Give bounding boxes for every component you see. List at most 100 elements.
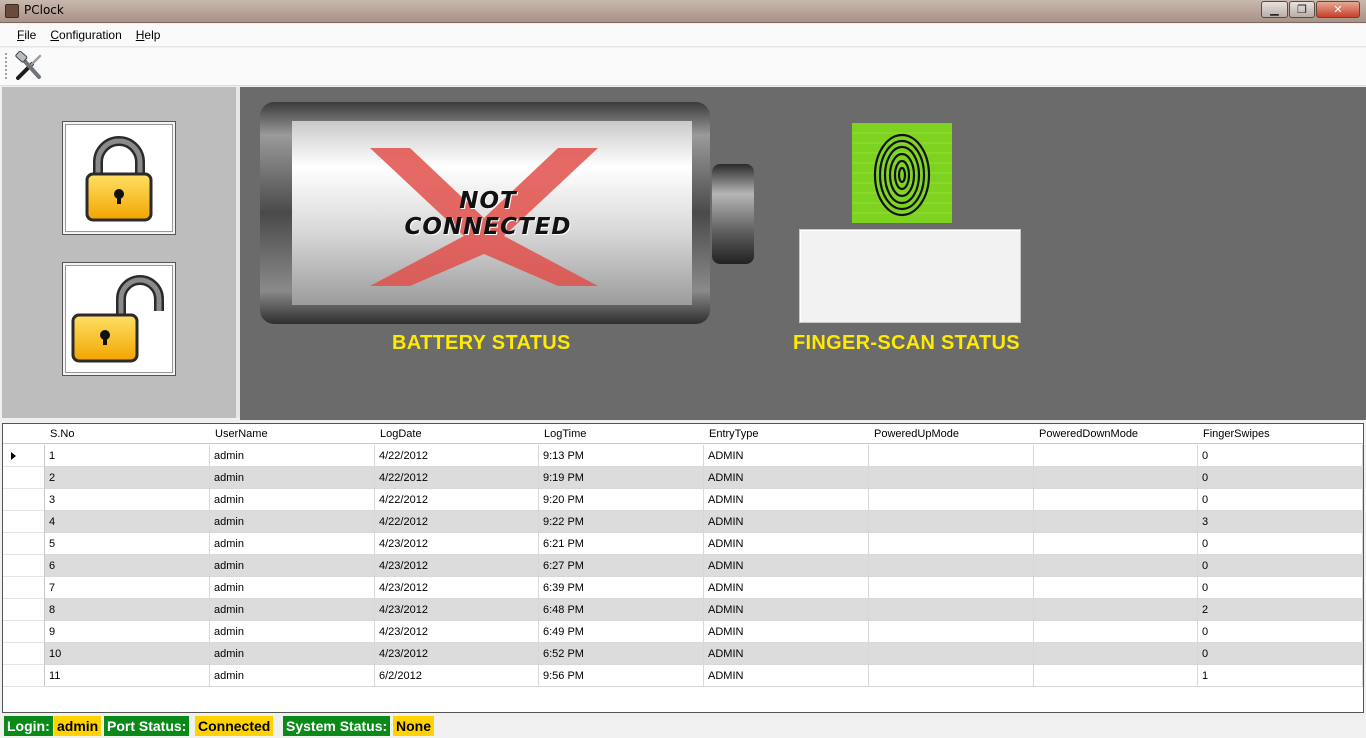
table-cell[interactable]: ADMIN (704, 555, 869, 577)
table-cell[interactable]: 4/22/2012 (375, 511, 539, 533)
table-cell[interactable]: 6 (45, 555, 210, 577)
table-cell[interactable] (1034, 445, 1198, 467)
table-cell[interactable]: 9:22 PM (539, 511, 704, 533)
table-row[interactable]: 6 admin 4/23/2012 6:27 PM ADMIN 0 (3, 555, 1363, 577)
column-header[interactable]: PoweredUpMode (869, 424, 1034, 444)
row-header[interactable] (3, 555, 45, 577)
table-cell[interactable]: ADMIN (704, 665, 869, 687)
table-cell[interactable]: 3 (1198, 511, 1363, 533)
table-cell[interactable] (1034, 555, 1198, 577)
row-header[interactable] (3, 511, 45, 533)
table-cell[interactable]: 8 (45, 599, 210, 621)
table-cell[interactable] (1034, 489, 1198, 511)
table-cell[interactable] (869, 599, 1034, 621)
table-cell[interactable]: 6/2/2012 (375, 665, 539, 687)
maximize-button[interactable]: ❐ (1289, 1, 1315, 18)
table-cell[interactable]: ADMIN (704, 621, 869, 643)
table-row[interactable]: 1 admin 4/22/2012 9:13 PM ADMIN 0 (3, 445, 1363, 467)
minimize-button[interactable]: ▁ (1261, 1, 1288, 18)
column-header[interactable]: UserName (210, 424, 375, 444)
table-cell[interactable] (1034, 599, 1198, 621)
table-cell[interactable]: 6:49 PM (539, 621, 704, 643)
table-cell[interactable]: 0 (1198, 445, 1363, 467)
lock-button[interactable] (62, 121, 176, 235)
table-cell[interactable]: 9:13 PM (539, 445, 704, 467)
table-row[interactable]: 5 admin 4/23/2012 6:21 PM ADMIN 0 (3, 533, 1363, 555)
table-cell[interactable]: 4/22/2012 (375, 489, 539, 511)
table-cell[interactable] (869, 643, 1034, 665)
column-header[interactable]: PoweredDownMode (1034, 424, 1198, 444)
table-cell[interactable]: ADMIN (704, 445, 869, 467)
table-cell[interactable]: ADMIN (704, 467, 869, 489)
table-cell[interactable]: admin (210, 577, 375, 599)
table-cell[interactable]: 6:52 PM (539, 643, 704, 665)
table-cell[interactable]: ADMIN (704, 599, 869, 621)
table-cell[interactable]: 1 (1198, 665, 1363, 687)
menu-configuration[interactable]: Configuration (43, 28, 128, 42)
table-cell[interactable]: ADMIN (704, 533, 869, 555)
table-cell[interactable]: ADMIN (704, 489, 869, 511)
table-cell[interactable]: 0 (1198, 643, 1363, 665)
close-button[interactable]: ✕ (1316, 1, 1360, 18)
table-cell[interactable]: 4/22/2012 (375, 445, 539, 467)
table-cell[interactable]: 2 (1198, 599, 1363, 621)
table-cell[interactable]: 0 (1198, 489, 1363, 511)
table-cell[interactable]: 9:56 PM (539, 665, 704, 687)
table-cell[interactable]: admin (210, 643, 375, 665)
row-header[interactable] (3, 445, 45, 467)
column-header[interactable]: EntryType (704, 424, 869, 444)
table-cell[interactable]: 11 (45, 665, 210, 687)
column-header[interactable]: LogTime (539, 424, 704, 444)
table-row[interactable]: 10 admin 4/23/2012 6:52 PM ADMIN 0 (3, 643, 1363, 665)
row-header[interactable] (3, 621, 45, 643)
table-cell[interactable]: admin (210, 555, 375, 577)
table-cell[interactable]: 4/23/2012 (375, 643, 539, 665)
table-row[interactable]: 7 admin 4/23/2012 6:39 PM ADMIN 0 (3, 577, 1363, 599)
table-cell[interactable] (869, 489, 1034, 511)
table-cell[interactable]: 5 (45, 533, 210, 555)
table-cell[interactable]: 6:48 PM (539, 599, 704, 621)
table-cell[interactable]: 3 (45, 489, 210, 511)
table-cell[interactable]: 4/23/2012 (375, 599, 539, 621)
table-cell[interactable] (869, 665, 1034, 687)
table-cell[interactable]: 4/23/2012 (375, 577, 539, 599)
table-cell[interactable]: admin (210, 621, 375, 643)
table-cell[interactable]: 4/22/2012 (375, 467, 539, 489)
table-cell[interactable] (869, 445, 1034, 467)
table-row[interactable]: 9 admin 4/23/2012 6:49 PM ADMIN 0 (3, 621, 1363, 643)
row-header[interactable] (3, 665, 45, 687)
table-cell[interactable] (1034, 467, 1198, 489)
menu-help[interactable]: Help (129, 28, 168, 42)
table-row[interactable]: 3 admin 4/22/2012 9:20 PM ADMIN 0 (3, 489, 1363, 511)
row-header[interactable] (3, 533, 45, 555)
table-cell[interactable]: 6:27 PM (539, 555, 704, 577)
column-header[interactable]: S.No (45, 424, 210, 444)
table-row[interactable]: 2 admin 4/22/2012 9:19 PM ADMIN 0 (3, 467, 1363, 489)
table-cell[interactable]: admin (210, 599, 375, 621)
table-cell[interactable]: ADMIN (704, 577, 869, 599)
table-row[interactable]: 4 admin 4/22/2012 9:22 PM ADMIN 3 (3, 511, 1363, 533)
table-cell[interactable]: 0 (1198, 555, 1363, 577)
table-cell[interactable]: 4/23/2012 (375, 533, 539, 555)
table-cell[interactable] (869, 577, 1034, 599)
table-cell[interactable]: 6:39 PM (539, 577, 704, 599)
table-cell[interactable] (1034, 511, 1198, 533)
table-cell[interactable]: 0 (1198, 577, 1363, 599)
table-cell[interactable] (869, 555, 1034, 577)
table-cell[interactable] (1034, 665, 1198, 687)
row-header[interactable] (3, 643, 45, 665)
table-cell[interactable]: 4/23/2012 (375, 621, 539, 643)
table-cell[interactable]: 9:19 PM (539, 467, 704, 489)
table-cell[interactable] (1034, 643, 1198, 665)
table-cell[interactable]: 0 (1198, 467, 1363, 489)
table-cell[interactable] (1034, 533, 1198, 555)
table-cell[interactable]: 2 (45, 467, 210, 489)
table-cell[interactable]: 0 (1198, 621, 1363, 643)
row-header[interactable] (3, 489, 45, 511)
log-table[interactable]: S.No UserName LogDate LogTime EntryType Power… (2, 423, 1364, 713)
table-cell[interactable]: admin (210, 445, 375, 467)
table-cell[interactable]: 9 (45, 621, 210, 643)
table-cell[interactable]: admin (210, 467, 375, 489)
table-cell[interactable]: admin (210, 511, 375, 533)
table-cell[interactable]: 1 (45, 445, 210, 467)
